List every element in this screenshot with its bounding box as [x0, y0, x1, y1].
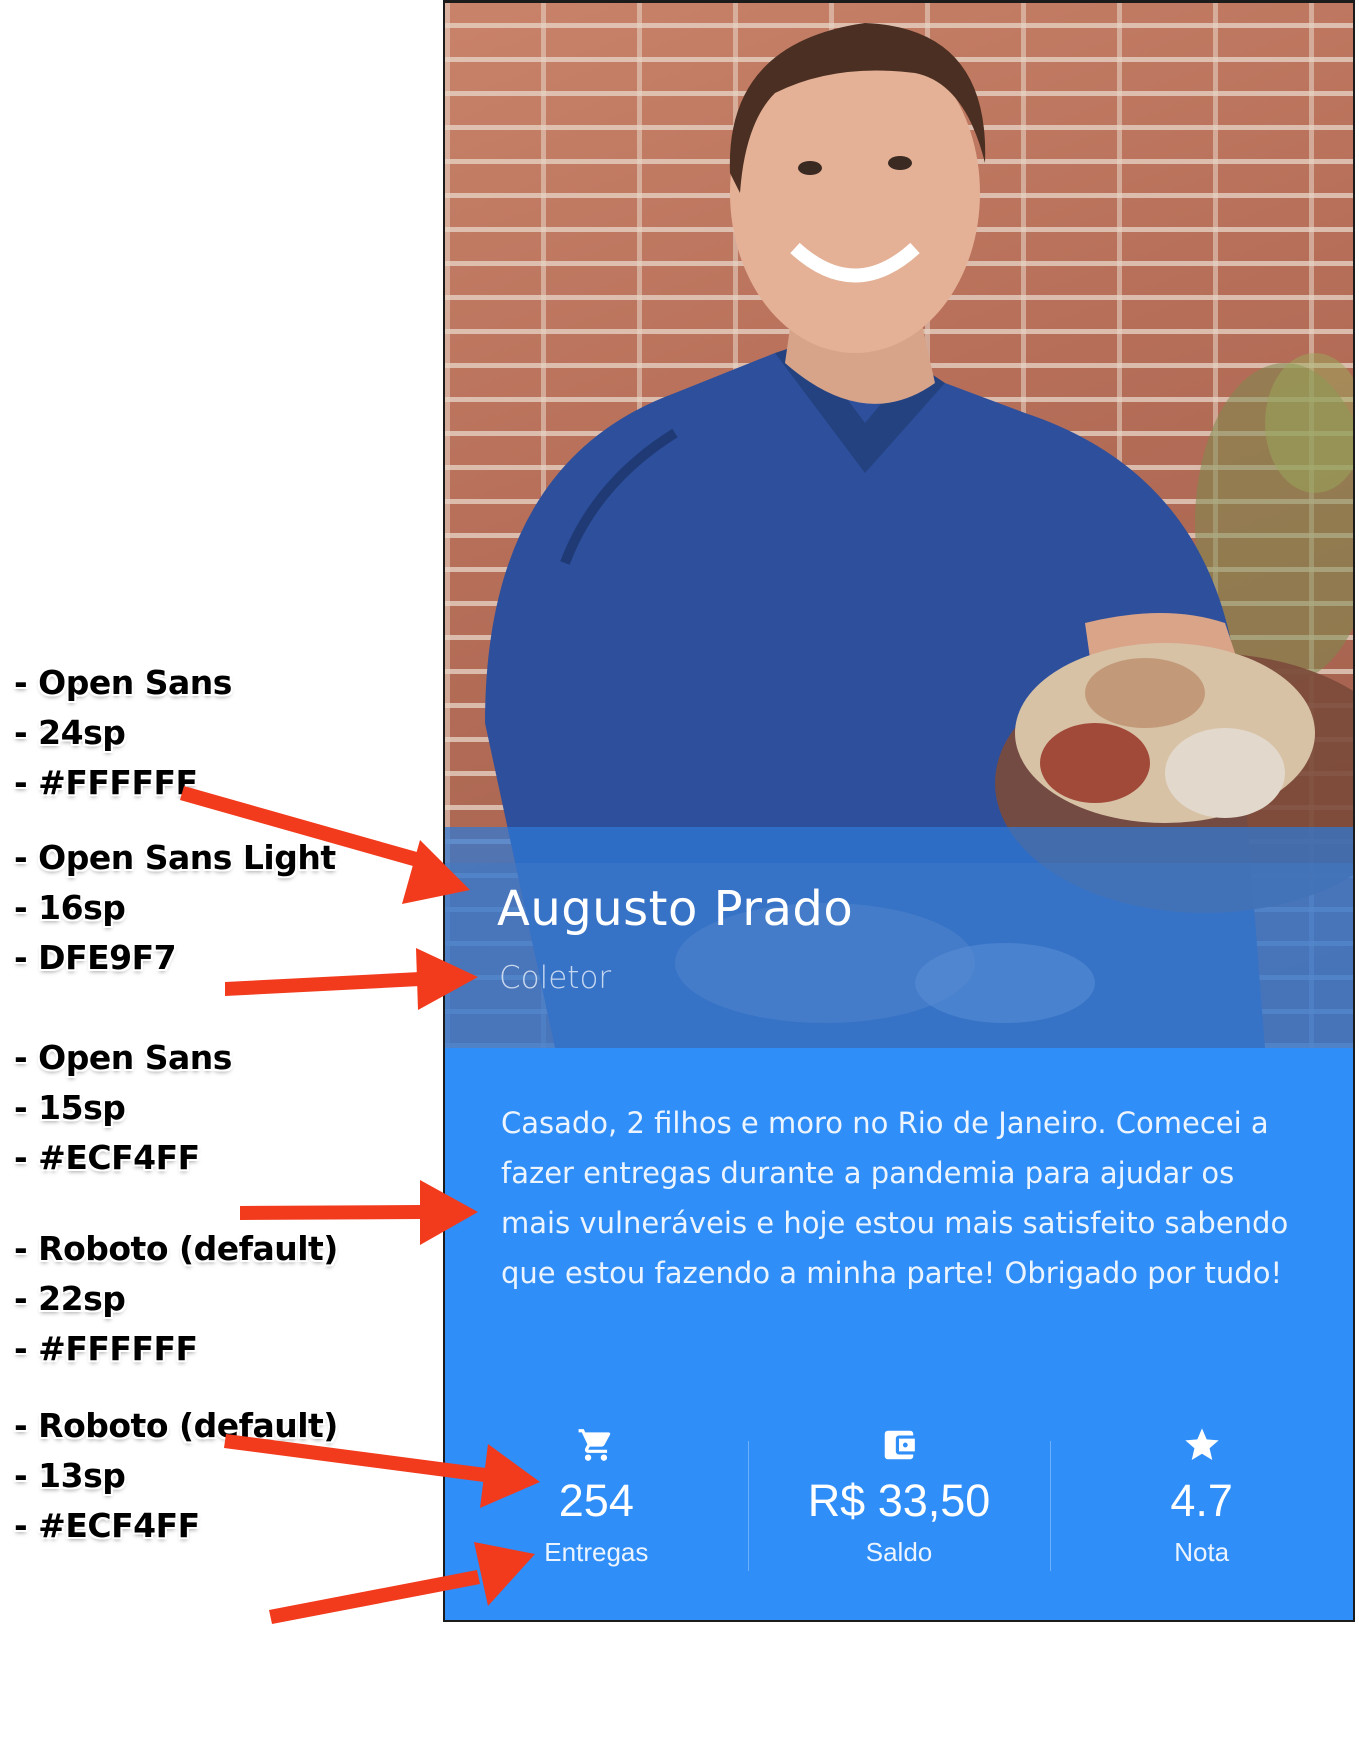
annotation-line: - #FFFFFF [14, 1329, 198, 1368]
annotation-stat-value-style: - Roboto (default) - 22sp - #FFFFFF [14, 1224, 338, 1374]
profile-bio: Casado, 2 filhos e moro no Rio de Janeir… [501, 1106, 1289, 1290]
stat-value: R$ 33,50 [807, 1475, 991, 1526]
annotation-line: - Roboto (default) [14, 1229, 338, 1268]
annotation-line: - 13sp [14, 1456, 126, 1495]
stat-label: Saldo [865, 1537, 933, 1567]
profile-name: Augusto Prado [497, 881, 854, 937]
annotation-stat-label-style: - Roboto (default) - 13sp - #ECF4FF [14, 1401, 338, 1551]
cart-icon [577, 1423, 615, 1467]
star-icon [1182, 1423, 1222, 1467]
annotation-line: - 22sp [14, 1279, 126, 1318]
annotation-role-style: - Open Sans Light - 16sp - DFE9F7 [14, 833, 336, 983]
profile-card: Augusto Prado Coletor Casado, 2 filhos e… [443, 0, 1355, 1622]
annotation-line: - Roboto (default) [14, 1406, 338, 1445]
stat-value: 254 [558, 1475, 634, 1526]
profile-role: Coletor [499, 960, 612, 996]
stat-value: 4.7 [1170, 1475, 1233, 1526]
stats-row: 254 Entregas R$ 33,50 Saldo 4.7 Nota [445, 1423, 1353, 1573]
annotation-line: - Open Sans [14, 1038, 232, 1077]
wallet-icon [880, 1423, 918, 1467]
name-overlay [445, 827, 1353, 1048]
annotation-name-style: - Open Sans - 24sp - #FFFFFF [14, 658, 232, 808]
annotation-line: - Open Sans [14, 663, 232, 702]
stat-deliveries[interactable]: 254 Entregas [445, 1423, 748, 1573]
annotation-line: - #ECF4FF [14, 1506, 200, 1545]
annotation-line: - 15sp [14, 1088, 126, 1127]
stat-label: Nota [1174, 1537, 1230, 1567]
annotation-line: - Open Sans Light [14, 838, 336, 877]
annotation-line: - 16sp [14, 888, 126, 927]
stat-balance[interactable]: R$ 33,50 Saldo [747, 1423, 1051, 1573]
annotation-line: - DFE9F7 [14, 938, 177, 977]
annotation-line: - 24sp [14, 713, 126, 752]
annotation-line: - #FFFFFF [14, 763, 198, 802]
annotation-line: - #ECF4FF [14, 1138, 200, 1177]
stat-label: Entregas [544, 1537, 649, 1567]
stat-rating[interactable]: 4.7 Nota [1050, 1423, 1353, 1573]
annotation-bio-style: - Open Sans - 15sp - #ECF4FF [14, 1033, 232, 1183]
